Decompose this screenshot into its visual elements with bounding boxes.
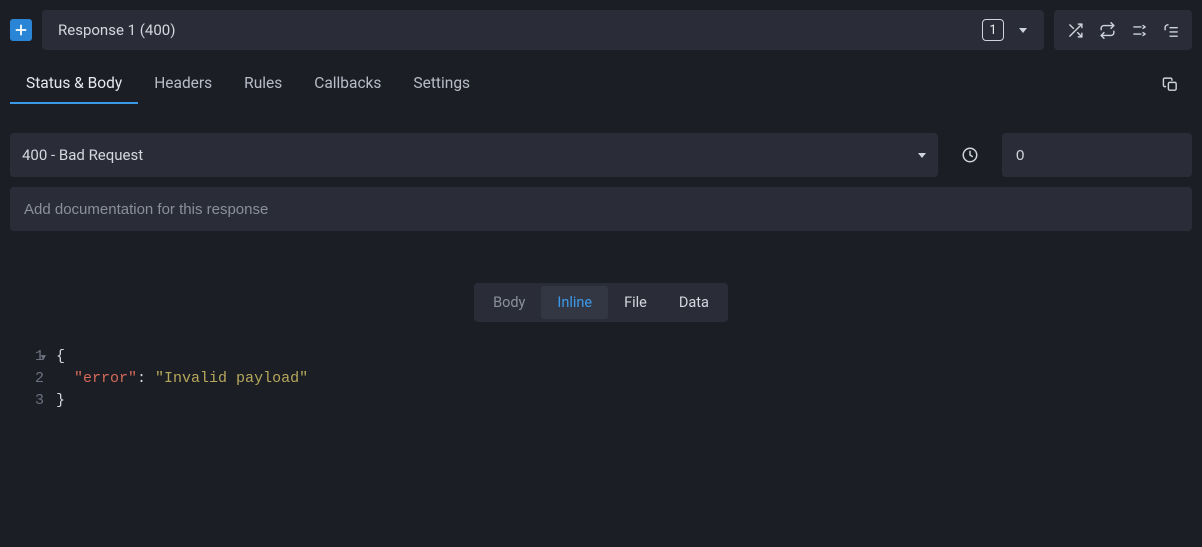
indent-icon	[1163, 22, 1180, 39]
response-title-bar[interactable]: Response 1 (400) 1	[42, 10, 1044, 50]
clock-icon	[961, 146, 979, 164]
body-mode-file[interactable]: File	[608, 286, 663, 319]
status-code-value: 400 - Bad Request	[22, 146, 918, 164]
tab-status-body[interactable]: Status & Body	[10, 64, 138, 104]
body-mode-group: Body Inline File Data	[474, 283, 728, 322]
body-mode-inline[interactable]: Inline	[541, 286, 608, 319]
collapse-lines-icon	[1131, 22, 1148, 39]
editor-gutter: 1▼ 2 3	[0, 346, 56, 412]
response-tools-group	[1054, 10, 1192, 50]
collapse-button[interactable]	[1124, 15, 1154, 45]
chevron-down-icon	[1019, 28, 1027, 33]
copy-button[interactable]	[1154, 68, 1186, 100]
delay-label-icon	[948, 133, 992, 177]
shuffle-icon	[1067, 22, 1084, 39]
response-count-badge: 1	[982, 19, 1004, 41]
tab-callbacks[interactable]: Callbacks	[298, 64, 397, 104]
tab-settings[interactable]: Settings	[397, 64, 486, 104]
response-dropdown-button[interactable]	[1010, 17, 1036, 43]
response-body-editor[interactable]: 1▼ 2 3 { "error": "Invalid payload"}	[0, 346, 1202, 412]
copy-icon	[1162, 76, 1179, 93]
indent-button[interactable]	[1156, 15, 1186, 45]
body-mode-data[interactable]: Data	[663, 286, 725, 319]
repeat-icon	[1099, 22, 1116, 39]
fold-marker-icon[interactable]: ▼	[41, 347, 46, 369]
documentation-input[interactable]	[10, 187, 1192, 231]
chevron-down-icon	[918, 153, 926, 158]
add-response-button[interactable]	[10, 19, 32, 41]
body-mode-label: Body	[477, 286, 541, 319]
shuffle-button[interactable]	[1060, 15, 1090, 45]
repeat-button[interactable]	[1092, 15, 1122, 45]
editor-content[interactable]: { "error": "Invalid payload"}	[56, 346, 1202, 412]
response-title: Response 1 (400)	[58, 21, 982, 39]
tab-rules[interactable]: Rules	[228, 64, 298, 104]
status-code-select[interactable]: 400 - Bad Request	[10, 133, 938, 177]
tab-headers[interactable]: Headers	[138, 64, 228, 104]
delay-input[interactable]	[1002, 133, 1192, 177]
tabs-row: Status & Body Headers Rules Callbacks Se…	[0, 50, 1202, 105]
